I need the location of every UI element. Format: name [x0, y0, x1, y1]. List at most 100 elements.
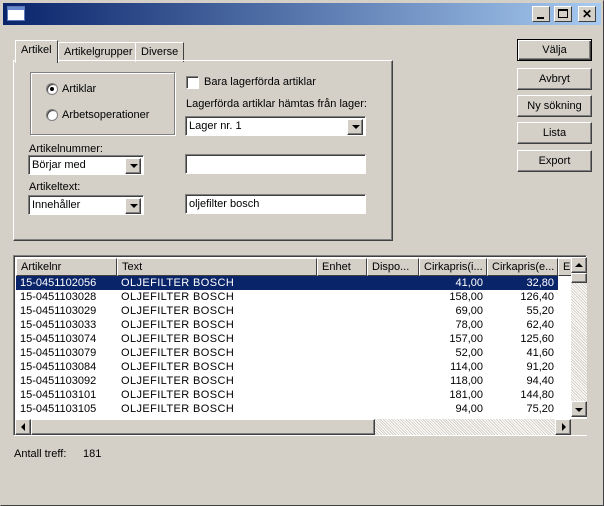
article-number-input[interactable]	[186, 155, 365, 173]
tab-diverse[interactable]: Diverse	[135, 42, 185, 62]
scroll-down-button[interactable]	[571, 401, 587, 417]
article-text-mode-value: Innehåller	[32, 199, 81, 211]
title-bar[interactable]: ✕	[3, 3, 601, 25]
table-row[interactable]: 15-0451103105 OLJEFILTER BOSCH 94,00 75,20	[16, 402, 558, 416]
table-cell	[367, 346, 419, 360]
stock-only-label[interactable]: Bara lagerförda artiklar	[204, 76, 316, 88]
tab-artikel[interactable]: Artikel	[15, 40, 58, 63]
article-number-input-box[interactable]	[185, 154, 366, 174]
column-dispo[interactable]: Dispo...	[367, 258, 419, 276]
table-cell: OLJEFILTER BOSCH	[121, 291, 235, 303]
chevron-down-icon	[352, 125, 360, 129]
column-text[interactable]: Text	[117, 258, 317, 276]
scroll-up-button[interactable]	[571, 257, 587, 273]
article-text-input-box[interactable]	[185, 194, 366, 214]
column-enhet[interactable]: Enhet	[317, 258, 367, 276]
table-cell: 15-0451103033	[20, 319, 97, 331]
table-row[interactable]: 15-0451103101 OLJEFILTER BOSCH 181,00 144,8…	[16, 388, 558, 402]
table-cell: 15-0451103084	[20, 361, 97, 373]
scroll-left-button[interactable]	[15, 419, 31, 435]
table-cell: OLJEFILTER BOSCH	[121, 389, 235, 401]
stock-only-checkbox[interactable]	[186, 76, 199, 89]
horizontal-scrollbar[interactable]	[15, 419, 571, 435]
arrow-down-icon	[575, 408, 583, 412]
table-cell: 75,20	[526, 403, 554, 415]
table-cell	[317, 290, 367, 304]
table-cell: 91,20	[526, 361, 554, 373]
table-cell	[367, 304, 419, 318]
table-row[interactable]: 15-0451102056 OLJEFILTER BOSCH 41,00 32,80	[16, 276, 558, 290]
window-icon[interactable]	[7, 6, 25, 21]
table-cell	[317, 276, 367, 290]
article-number-mode-dropdown-button[interactable]	[125, 158, 141, 174]
table-cell: 55,20	[526, 305, 554, 317]
table-row[interactable]: 15-0451103028 OLJEFILTER BOSCH 158,00 126,4…	[16, 290, 558, 304]
tab-artikelgrupper[interactable]: Artikelgrupper	[58, 42, 139, 62]
warehouse-select[interactable]: Lager nr. 1	[185, 116, 366, 136]
table-cell	[317, 402, 367, 416]
column-cirkapris-exkl[interactable]: Cirkapris(e...	[487, 258, 558, 276]
table-cell	[317, 374, 367, 388]
table-row[interactable]: 15-0451103074 OLJEFILTER BOSCH 157,00 125,6…	[16, 332, 558, 346]
select-button[interactable]: Välja	[517, 39, 592, 61]
cancel-button[interactable]: Avbryt	[517, 68, 592, 90]
column-artikelnr[interactable]: Artikelnr	[16, 258, 117, 276]
results-header: Artikelnr Text Enhet Dispo... Cirkapris(…	[16, 258, 586, 276]
search-type-group	[30, 72, 175, 135]
article-text-mode-select[interactable]: Innehåller	[28, 195, 144, 215]
table-row[interactable]: 15-0451103033 OLJEFILTER BOSCH 78,00 62,40	[16, 318, 558, 332]
close-icon: ✕	[581, 7, 593, 21]
results-list[interactable]: Artikelnr Text Enhet Dispo... Cirkapris(…	[13, 255, 587, 436]
table-cell: 15-0451103105	[20, 403, 97, 415]
maximize-button[interactable]	[554, 6, 572, 22]
table-cell	[367, 276, 419, 290]
warehouse-value: Lager nr. 1	[189, 120, 242, 132]
table-cell: OLJEFILTER BOSCH	[121, 277, 235, 289]
scroll-right-button[interactable]	[555, 419, 571, 435]
table-cell	[367, 332, 419, 346]
table-cell	[317, 304, 367, 318]
table-cell: 52,00	[455, 347, 483, 359]
export-button[interactable]: Export	[517, 150, 592, 172]
vertical-scroll-thumb[interactable]	[571, 273, 587, 283]
table-cell: 94,40	[526, 375, 554, 387]
table-cell: OLJEFILTER BOSCH	[121, 375, 235, 387]
chevron-down-icon	[130, 204, 138, 208]
table-cell	[317, 332, 367, 346]
radio-arbetsoperationer[interactable]	[46, 109, 58, 121]
vertical-scrollbar[interactable]	[571, 257, 587, 417]
table-cell: 62,40	[526, 319, 554, 331]
table-row[interactable]: 15-0451103092 OLJEFILTER BOSCH 118,00 94,40	[16, 374, 558, 388]
radio-artiklar-label[interactable]: Artiklar	[62, 83, 96, 95]
table-cell: 181,00	[449, 389, 483, 401]
arrow-up-icon	[575, 263, 583, 267]
radio-artiklar[interactable]	[46, 83, 58, 95]
minimize-button[interactable]	[532, 6, 550, 22]
close-button[interactable]: ✕	[578, 6, 596, 22]
chevron-down-icon	[130, 164, 138, 168]
table-cell	[367, 374, 419, 388]
radio-arbetsoperationer-label[interactable]: Arbetsoperationer	[62, 109, 149, 121]
table-cell: OLJEFILTER BOSCH	[121, 403, 235, 415]
table-cell	[367, 388, 419, 402]
warehouse-dropdown-button[interactable]	[347, 119, 363, 135]
table-cell: 144,80	[520, 389, 554, 401]
table-row[interactable]: 15-0451103029 OLJEFILTER BOSCH 69,00 55,20	[16, 304, 558, 318]
horizontal-scroll-thumb[interactable]	[31, 419, 375, 435]
article-text-input[interactable]	[186, 195, 365, 213]
tab-label: Artikel	[21, 44, 52, 56]
new-search-button[interactable]: Ny sökning	[517, 95, 592, 117]
table-cell	[367, 318, 419, 332]
table-row[interactable]: 15-0451103079 OLJEFILTER BOSCH 52,00 41,60	[16, 346, 558, 360]
table-cell: 15-0451103074	[20, 333, 97, 345]
table-cell: 41,00	[455, 277, 483, 289]
table-row[interactable]: 15-0451103084 OLJEFILTER BOSCH 114,00 91,20	[16, 360, 558, 374]
table-cell: 69,00	[455, 305, 483, 317]
arrow-right-icon	[562, 423, 566, 431]
column-cirkapris-inkl[interactable]: Cirkapris(i...	[419, 258, 487, 276]
table-cell: 158,00	[449, 291, 483, 303]
list-button[interactable]: Lista	[517, 122, 592, 144]
article-number-mode-select[interactable]: Börjar med	[28, 155, 144, 175]
table-cell: 15-0451103079	[20, 347, 97, 359]
article-text-mode-dropdown-button[interactable]	[125, 198, 141, 214]
